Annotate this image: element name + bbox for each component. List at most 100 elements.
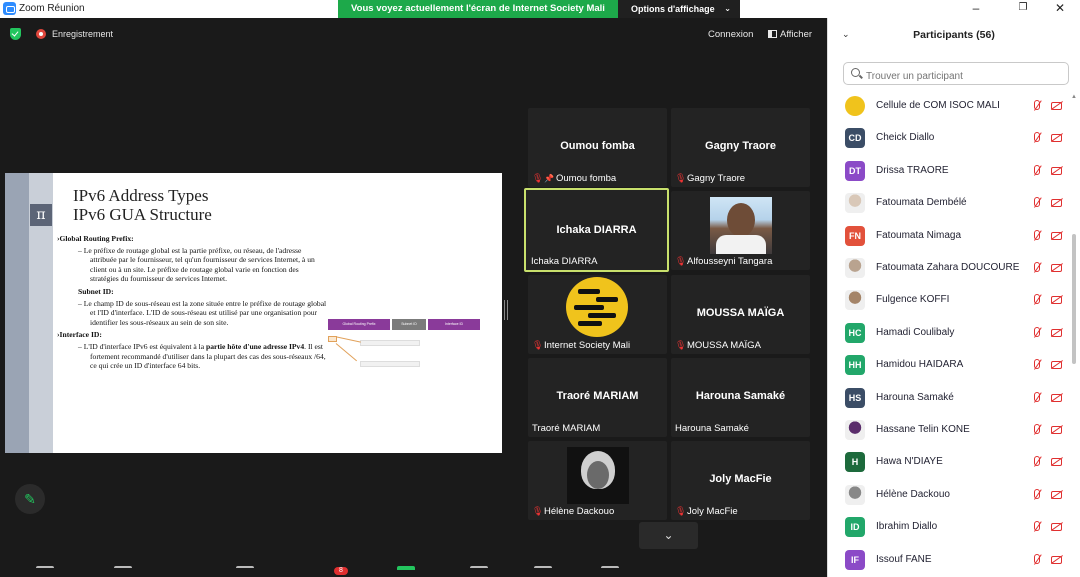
next-page-chevron-icon[interactable]: ⌄ [639,522,698,549]
participant-search-input[interactable] [843,62,1069,85]
para-subnet-id: – Le champ ID de sous-réseau est la zone… [78,298,327,327]
tile-label-text: Oumou fomba [556,173,617,184]
participant-row[interactable]: CD Cheick Diallo [828,123,1073,155]
more-icon[interactable] [601,566,619,577]
video-off-icon[interactable] [1048,228,1064,244]
video-tile[interactable]: 🎙Hélène Dackouo [528,441,667,520]
tile-label-text: Ichaka DIARRA [531,256,598,267]
video-tile-active-speaker[interactable]: Ichaka DIARRA Ichaka DIARRA [524,188,669,272]
reactions-icon[interactable] [534,566,552,577]
video-off-icon[interactable] [1048,422,1064,438]
diagram-box-2 [360,361,420,367]
close-button[interactable]: ✕ [1050,0,1070,16]
maximize-button[interactable]: ❐ [1013,0,1033,16]
mic-muted-icon[interactable] [1031,552,1043,568]
participant-row[interactable]: Hélène Dackouo [828,480,1073,512]
meeting-area: Enregistrement Connexion Afficher π IPv6… [0,18,827,577]
video-off-icon[interactable] [1048,292,1064,308]
security-shield-icon[interactable] [10,28,21,40]
participant-row[interactable]: FN Fatoumata Nimaga [828,221,1073,253]
tile-display-name: MOUSSA MAÏGA [696,307,785,319]
participant-row[interactable]: Hassane Telin KONE [828,415,1073,447]
tile-name-label: 🎙Hélène Dackouo [532,506,614,517]
participant-row[interactable]: Fulgence KOFFI [828,285,1073,317]
mic-muted-icon[interactable] [1031,163,1043,179]
tile-display-name: Gagny Traore [705,140,776,152]
video-tile[interactable]: Joly MacFie 🎙Joly MacFie [671,441,810,520]
participant-row[interactable]: H Hawa N'DIAYE [828,447,1073,479]
mic-muted-icon[interactable] [1031,325,1043,341]
video-off-icon[interactable] [1048,487,1064,503]
participant-row[interactable]: DT Drissa TRAORE [828,156,1073,188]
slide-title-line1: IPv6 Address Types [73,186,209,205]
connexion-button[interactable]: Connexion [703,27,758,42]
avatar [845,290,865,311]
video-tile[interactable]: 🎙Internet Society Mali [528,275,667,354]
tile-label-text: MOUSSA MAÏGA [687,340,761,351]
mic-muted-icon[interactable] [1031,260,1043,276]
participant-row[interactable]: HC Hamadi Coulibaly [828,318,1073,350]
mic-muted-icon: 🎙 [675,173,687,183]
video-off-icon[interactable] [1048,390,1064,406]
mic-muted-icon[interactable] [1031,390,1043,406]
mute-icon[interactable] [36,566,54,577]
video-off-icon[interactable] [1048,325,1064,341]
annotate-pencil-icon[interactable]: ✎ [15,484,45,514]
video-off-icon[interactable] [1048,98,1064,114]
video-off-icon[interactable] [1048,357,1064,373]
recording-icon [36,29,46,39]
video-off-icon[interactable] [1048,195,1064,211]
mic-muted-icon[interactable] [1031,292,1043,308]
video-tile[interactable]: MOUSSA MAÏGA 🎙MOUSSA MAÏGA [671,275,810,354]
mic-muted-icon[interactable] [1031,228,1043,244]
mic-muted-icon[interactable] [1031,98,1043,114]
video-tile[interactable]: Oumou fomba 🎙📌 Oumou fomba [528,108,667,187]
video-off-icon[interactable] [1048,519,1064,535]
para-interface-bold: partie hôte d'une adresse IPv4 [206,341,305,351]
tile-display-name: Ichaka DIARRA [556,224,637,236]
video-icon[interactable] [114,566,132,577]
participant-row[interactable]: HS Harouna Samaké [828,383,1073,415]
recording-label: Enregistrement [52,29,114,39]
mic-muted-icon[interactable] [1031,357,1043,373]
diagram-line-1 [336,336,361,343]
video-off-icon[interactable] [1048,454,1064,470]
video-tile[interactable]: Traoré MARIAM Traoré MARIAM [528,358,667,437]
tile-display-name: Joly MacFie [709,473,772,485]
participant-row[interactable]: Fatoumata Zahara DOUCOURE [828,253,1073,285]
video-off-icon[interactable] [1048,163,1064,179]
mic-muted-icon: 🎙 [675,340,687,350]
tile-name-label: 🎙Internet Society Mali [532,340,630,351]
participant-name: Ibrahim Diallo [876,521,938,533]
video-tile[interactable]: 🎙Alfousseyni Tangara [671,191,810,270]
participants-toolbar-icon[interactable] [236,566,254,577]
video-tile[interactable]: Gagny Traore 🎙Gagny Traore [671,108,810,187]
afficher-button[interactable]: Afficher [765,27,815,42]
video-off-icon[interactable] [1048,130,1064,146]
participant-row[interactable]: Cellule de COM ISOC MALI [828,91,1073,123]
participants-title: Participants (56) [913,29,995,41]
split-divider-handle[interactable] [504,300,508,320]
video-off-icon[interactable] [1048,552,1064,568]
participant-row[interactable]: HH Hamidou HAIDARA [828,350,1073,382]
avatar: IF [845,549,865,570]
video-off-icon[interactable] [1048,260,1064,276]
minimize-button[interactable]: – [966,0,986,16]
share-screen-icon[interactable] [397,566,415,577]
mic-muted-icon: 🎙 [532,340,544,350]
record-icon[interactable] [470,566,488,577]
participant-row[interactable]: ID Ibrahim Diallo [828,512,1073,544]
mic-muted-icon[interactable] [1031,422,1043,438]
view-options-button[interactable]: Options d'affichage ⌄ [618,0,740,18]
mic-muted-icon: 🎙 [675,506,687,516]
tile-label-text: Internet Society Mali [544,340,631,351]
mic-muted-icon[interactable] [1031,519,1043,535]
mic-muted-icon[interactable] [1031,487,1043,503]
mic-muted-icon[interactable] [1031,195,1043,211]
participant-row[interactable]: Fatoumata Dembélé [828,188,1073,220]
mic-muted-icon[interactable] [1031,454,1043,470]
tile-label-text: Traoré MARIAM [532,423,601,434]
video-tile[interactable]: Harouna Samaké Harouna Samaké [671,358,810,437]
mic-muted-icon[interactable] [1031,130,1043,146]
participant-row[interactable]: IF Issouf FANE [828,545,1073,577]
